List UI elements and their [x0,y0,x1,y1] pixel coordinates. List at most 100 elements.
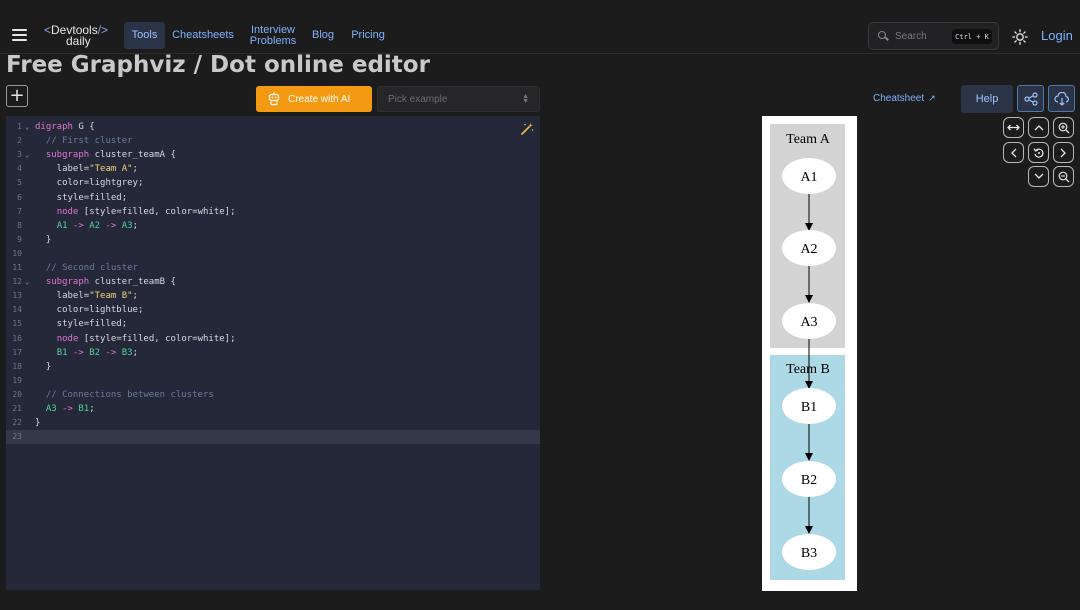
graph-svg: Team A Team B A1 A2 A3 B1 B2 B3 [770,124,845,580]
logo-bracket-right: /> [97,23,109,37]
node-label-a1: A1 [800,170,817,185]
line-number: 4 [17,164,22,174]
pan-left-button[interactable] [1003,142,1024,163]
code-line[interactable]: 14 color=lightblue; [6,303,540,317]
code-line[interactable]: 18 } [6,360,540,374]
share-button[interactable] [1017,85,1044,112]
code-line[interactable]: 16 node [style=filled, color=white]; [6,332,540,346]
pan-up-button[interactable] [1028,117,1049,138]
code-line[interactable]: 1 ⌄ digraph G { [6,120,540,134]
code-line[interactable]: 20 // Connections between clusters [6,388,540,402]
code-line[interactable]: 22} [6,416,540,430]
code-text: } [35,234,52,245]
code-line[interactable]: 4 label="Team A"; [6,162,540,176]
line-number: 11 [12,263,22,272]
code-text: A1 -> A2 -> A3; [56,220,139,231]
reset-icon [1032,147,1043,158]
search-placeholder: Search [895,31,927,42]
line-number: 23 [12,432,22,442]
line-number: 15 [12,319,22,329]
line-number: 5 [17,178,22,188]
code-text: label="Team A"; [35,164,138,175]
code-line[interactable]: 19 [6,374,540,388]
code-text: node [style=filled, color=white]; [56,333,236,344]
chevron-left-icon [1011,148,1017,157]
code-line[interactable]: 17 B1 -> B2 -> B3; [6,346,540,360]
code-line[interactable]: 7 node [style=filled, color=white]; [6,205,540,219]
code-line[interactable]: 10 [6,247,540,261]
nav-link-tools[interactable]: Tools [124,22,165,49]
code-line[interactable]: 9 } [6,233,540,247]
login-link[interactable]: Login [1041,28,1073,43]
fit-width-button[interactable] [1003,117,1024,138]
code-text: B1 -> B2 -> B3; [56,347,139,358]
code-line[interactable]: 11 // Second cluster [6,261,540,275]
code-text: style=filled; [35,319,128,330]
code-line[interactable]: 6 style=filled; [6,191,540,205]
fold-chevron-icon[interactable]: ⌄ [25,120,29,134]
line-number: 10 [12,248,22,258]
code-line[interactable]: 3 ⌄ subgraph cluster_teamA { [6,148,540,162]
code-line[interactable]: 13 label="Team B"; [6,289,540,303]
search-box[interactable]: Search Ctrl + K [868,22,999,50]
top-nav: <Devtools/> daily Tools Cheatsheets Inte… [0,0,1080,54]
help-button[interactable]: Help [961,85,1013,113]
reset-view-button[interactable] [1028,142,1049,163]
theme-toggle-sun-icon[interactable] [1012,29,1028,45]
nav-link-cheatsheets[interactable]: Cheatsheets [170,22,236,49]
code-text: subgraph cluster_teamB { [45,277,176,288]
logo[interactable]: <Devtools/> daily [44,23,109,47]
code-line[interactable]: 21 A3 -> B1; [6,402,540,416]
graph-preview: Team A Team B A1 A2 A3 B1 B2 B3 [762,116,857,591]
line-number: 20 [12,389,22,399]
code-text: color=lightblue; [35,305,144,316]
code-text: // First cluster [45,136,133,147]
zoom-in-icon [1058,122,1069,133]
code-line[interactable]: 15 style=filled; [6,317,540,331]
add-button[interactable]: + [6,85,28,107]
nav-link-interview-problems[interactable]: Interview Problems [244,22,302,49]
line-number: 3 [17,150,22,160]
search-icon [878,31,886,39]
robot-icon [268,92,280,106]
download-button[interactable] [1048,85,1075,112]
zoom-in-button[interactable] [1053,117,1074,138]
cluster-label-team-a: Team A [786,132,831,147]
node-label-a2: A2 [800,242,817,257]
chevron-right-icon [1060,148,1066,157]
cluster-label-team-b: Team B [786,362,830,377]
external-link-icon: ↗ [928,93,936,103]
horizontal-arrows-icon [1007,124,1020,131]
code-line[interactable]: 8 A1 -> A2 -> A3; [6,219,540,233]
fold-chevron-icon[interactable]: ⌄ [25,275,29,289]
line-number: 14 [12,305,22,315]
pan-down-button[interactable] [1028,166,1049,187]
line-number: 21 [12,404,22,413]
code-text: color=lightgrey; [35,178,144,189]
code-text: } [35,418,41,429]
pick-example-select[interactable]: Pick example ▲ ▼ [377,86,540,112]
code-text: // Connections between clusters [45,389,214,400]
cheatsheet-link[interactable]: Cheatsheet ↗ [873,93,936,104]
code-line[interactable]: 12 ⌄ subgraph cluster_teamB { [6,275,540,289]
create-with-ai-button[interactable]: Create with AI [256,86,372,112]
menu-icon[interactable] [12,29,27,44]
logo-bracket-left: < [44,23,52,37]
nav-link-blog[interactable]: Blog [309,22,337,49]
zoom-out-button[interactable] [1053,166,1074,187]
code-line[interactable]: 23 [6,430,540,445]
code-editor[interactable]: 1 ⌄ digraph G {2 // First cluster 3 ⌄ subgra… [6,116,540,590]
pick-example-label: Pick example [388,93,448,105]
line-number: 13 [12,291,22,301]
nav-link-pricing[interactable]: Pricing [347,22,389,49]
code-text: label="Team B"; [35,291,138,302]
cloud-download-icon [1053,91,1069,106]
select-arrows-icon: ▲ ▼ [522,93,529,105]
cheatsheet-label: Cheatsheet [873,93,925,104]
pan-right-button[interactable] [1053,142,1074,163]
line-number: 1 [17,122,22,131]
code-text: subgraph cluster_teamA { [45,150,176,161]
code-line[interactable]: 2 // First cluster [6,134,540,148]
fold-chevron-icon[interactable]: ⌄ [25,148,29,162]
code-line[interactable]: 5 color=lightgrey; [6,176,540,190]
